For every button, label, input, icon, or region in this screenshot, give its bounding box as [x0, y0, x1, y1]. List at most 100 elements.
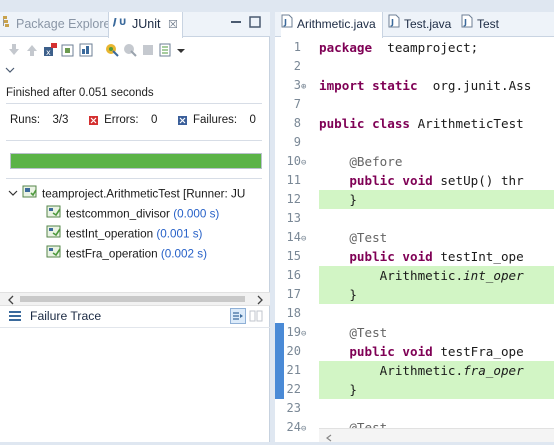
view-tab-bar: Package Explorer JU JUnit ☒	[0, 12, 270, 38]
stop-icon[interactable]	[140, 42, 156, 58]
scroll-left-icon[interactable]	[325, 431, 333, 442]
java-file-icon: J	[461, 12, 473, 37]
svg-text:J: J	[283, 18, 287, 27]
change-marker	[275, 323, 284, 399]
code-line[interactable]: @Test	[319, 418, 387, 428]
test-passed-icon	[46, 224, 62, 245]
test-name: testcommon_divisor	[66, 207, 170, 221]
editor-tab-label: Test.java	[404, 17, 452, 31]
layout-icon[interactable]	[78, 42, 94, 58]
line-number: 19⊖	[279, 323, 317, 342]
compare-result-icon[interactable]	[249, 309, 263, 323]
scroll-left-icon[interactable]	[6, 294, 16, 305]
close-tab-icon[interactable]: ☒	[168, 19, 178, 31]
maximize-icon[interactable]	[248, 15, 262, 29]
line-number: 16	[286, 268, 301, 282]
line-number: 20	[286, 344, 301, 358]
line-number: 13	[286, 211, 301, 225]
runs-value: 3/3	[52, 114, 69, 126]
code-line[interactable]: @Test	[319, 323, 387, 342]
line-number: 17	[286, 287, 301, 301]
tab-label: Package Explorer	[16, 17, 115, 31]
test-suite-icon	[22, 184, 38, 205]
code-line[interactable]: public class ArithmeticTest	[319, 114, 524, 133]
line-number: 23	[286, 401, 301, 415]
code-line[interactable]: }	[319, 190, 554, 209]
test-case-row[interactable]: testFra_operation (0.002 s)	[46, 244, 207, 264]
editor-tab-test[interactable]: J Test	[461, 12, 499, 37]
line-number: 8	[293, 116, 301, 130]
editor-tab-label: Test	[477, 17, 500, 31]
junit-toolbar: x	[0, 39, 270, 61]
failure-trace-label: Failure Trace	[30, 309, 102, 323]
next-failure-icon[interactable]	[6, 42, 22, 58]
minimize-icon[interactable]	[229, 15, 243, 29]
error-icon	[88, 115, 98, 125]
show-failures-only-icon[interactable]: x	[42, 42, 58, 58]
rerun-test-icon[interactable]	[104, 42, 120, 58]
fold-toggle-icon[interactable]: ⊖	[301, 420, 309, 439]
filter-stack-trace-button[interactable]	[230, 308, 246, 324]
divider	[6, 178, 262, 179]
svg-text:J: J	[463, 18, 467, 27]
line-number: 12	[286, 192, 301, 206]
line-number: 11	[286, 173, 301, 187]
svg-text:J: J	[113, 17, 117, 28]
code-line[interactable]: public void testInt_ope	[319, 247, 523, 266]
code-area[interactable]: package teamproject; import static org.ju…	[319, 38, 554, 428]
code-line[interactable]: package teamproject;	[319, 38, 478, 57]
code-line[interactable]: public void testFra_ope	[319, 342, 523, 361]
scroll-right-icon[interactable]	[255, 294, 265, 305]
previous-failure-icon[interactable]	[24, 42, 40, 58]
line-number: 21	[286, 363, 301, 377]
test-case-row[interactable]: testInt_operation (0.001 s)	[46, 224, 202, 244]
code-line[interactable]: Arithmetic.fra_oper	[319, 361, 554, 380]
line-number: 18	[286, 306, 301, 320]
code-line[interactable]: }	[319, 285, 554, 304]
svg-text:J: J	[390, 18, 394, 27]
java-file-icon: J	[281, 12, 293, 37]
tab-junit[interactable]: JU JUnit ☒	[108, 12, 183, 38]
divider	[6, 103, 262, 104]
line-number: 9	[293, 135, 301, 149]
code-line[interactable]: }	[319, 380, 554, 399]
progress-fill	[11, 154, 261, 168]
tab-package-explorer[interactable]: Package Explorer	[2, 12, 115, 37]
code-line[interactable]: import static org.junit.Ass	[319, 76, 531, 95]
view-menu-icon[interactable]	[4, 64, 16, 74]
chevron-down-icon[interactable]	[8, 185, 18, 205]
scrollbar-thumb[interactable]	[20, 296, 245, 302]
tree-root-row[interactable]: teamproject.ArithmeticTest [Runner: JU	[8, 184, 245, 204]
tab-label: JUnit	[132, 17, 161, 31]
code-line[interactable]: public void setUp() thr	[319, 171, 523, 190]
scroll-lock-icon[interactable]	[60, 42, 76, 58]
divider	[6, 140, 262, 141]
test-case-row[interactable]: testcommon_divisor (0.000 s)	[46, 204, 219, 224]
errors-value: 0	[150, 114, 158, 126]
failure-trace-header: Failure Trace	[0, 304, 270, 328]
rerun-failures-first-icon[interactable]	[122, 42, 138, 58]
junit-view: Package Explorer JU JUnit ☒ x Finished a…	[0, 12, 270, 442]
editor-tab-arithmetic-java[interactable]: J Arithmetic.java	[281, 12, 383, 38]
test-run-history-icon[interactable]	[158, 42, 174, 58]
test-passed-icon	[46, 244, 62, 265]
test-counters: Runs: 3/3 Errors: 0 Failures: 0	[10, 114, 256, 126]
junit-icon: JU	[111, 12, 129, 37]
line-number: 1	[293, 40, 301, 54]
line-number: 10⊖	[279, 152, 317, 171]
stack-trace-icon	[8, 310, 22, 325]
code-line[interactable]: @Test	[319, 228, 387, 247]
editor-horizontal-scrollbar[interactable]	[319, 428, 554, 442]
test-time: (0.001 s)	[156, 227, 203, 241]
chevron-down-icon[interactable]	[173, 42, 189, 58]
test-passed-icon	[46, 204, 62, 225]
failures-label: Failures:	[192, 114, 238, 126]
test-name: testFra_operation	[66, 247, 158, 261]
editor-tab-bar: J Arithmetic.java J Test.java J Test	[275, 12, 554, 38]
line-number: 7	[293, 97, 301, 111]
editor-tab-test-java[interactable]: J Test.java	[388, 12, 451, 37]
code-line[interactable]: @Before	[319, 152, 402, 171]
test-tree: teamproject.ArithmeticTest [Runner: JU t…	[0, 182, 270, 282]
java-file-icon: J	[388, 12, 400, 37]
code-line[interactable]: Arithmetic.int_oper	[319, 266, 554, 285]
